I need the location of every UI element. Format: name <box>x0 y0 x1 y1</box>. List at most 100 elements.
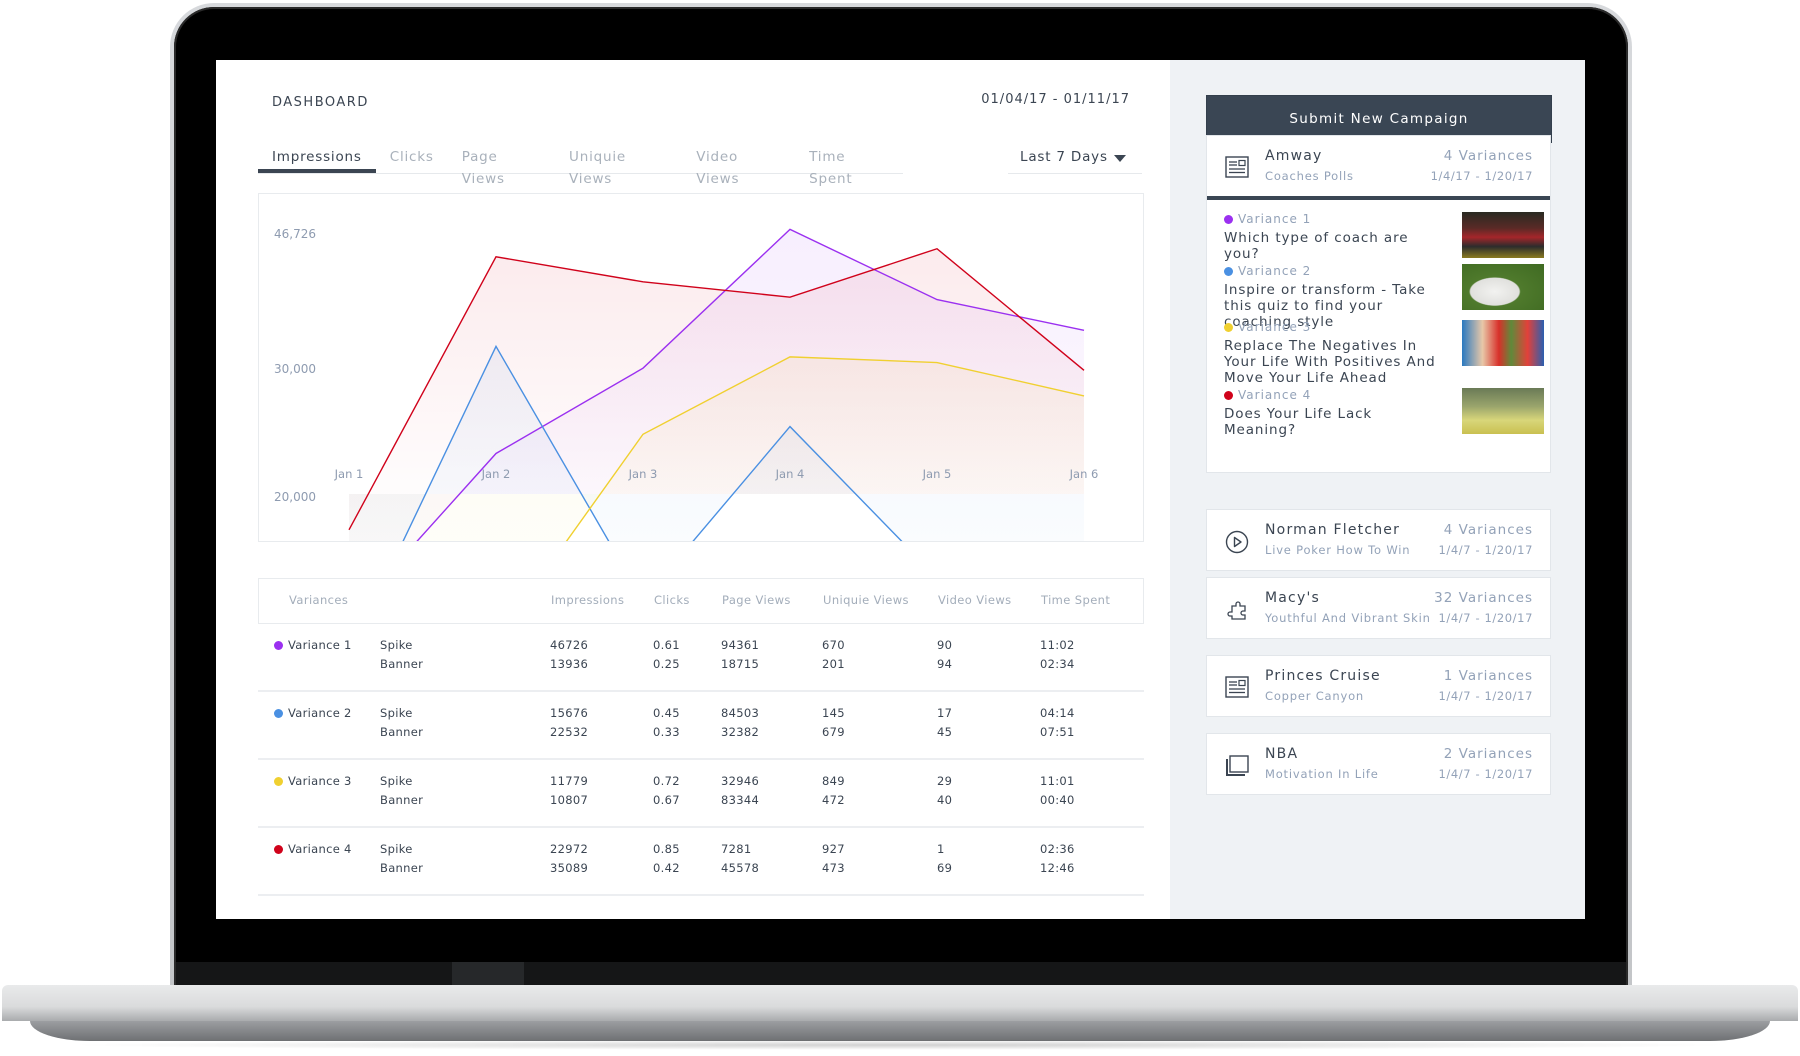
date-range: 01/04/17 - 01/11/17 <box>981 92 1130 107</box>
x-tick-label: Jan 4 <box>775 467 805 481</box>
variance-label: Variance 4 <box>274 842 352 856</box>
tab-impressions[interactable]: Impressions <box>258 146 376 173</box>
y-tick-label: 30,000 <box>274 362 316 376</box>
x-tick-label: Jan 5 <box>922 467 952 481</box>
variance-label-text: Variance 3 <box>1238 320 1312 334</box>
variance-table: Variances Impressions Clicks Page Views … <box>258 578 1144 896</box>
banner-unique-views-cell: 679 <box>822 725 845 739</box>
banner-time-spent-cell: 02:34 <box>1040 657 1075 671</box>
banner-clicks-cell: 0.25 <box>653 657 680 671</box>
variance-title: Does Your Life Lack Meaning? <box>1224 406 1373 438</box>
banner-clicks-cell: 0.67 <box>653 793 680 807</box>
banner-type-label: Banner <box>380 657 424 671</box>
spike-impressions-cell: 15676 <box>550 706 589 720</box>
spike-video-views-cell: 29 <box>937 774 953 788</box>
campaign-name: Macy's <box>1265 590 1320 606</box>
table-row[interactable]: Variance 3 Spike 11779 0.72 32946 849 29 11:01 B… <box>258 760 1144 828</box>
campaign-subtitle: Copper Canyon <box>1265 689 1365 703</box>
campaign-card-header[interactable]: Norman Fletcher Live Poker How To Win 4 Va… <box>1207 510 1550 570</box>
x-tick-label: Jan 1 <box>334 467 364 481</box>
variance-color-dot <box>274 845 283 854</box>
tab-clicks[interactable]: Clicks <box>376 146 448 172</box>
tab-unique-views[interactable]: Uniquie Views <box>555 146 682 187</box>
spike-clicks-cell: 0.61 <box>653 638 680 652</box>
laptop-hinge <box>176 962 1626 986</box>
banner-page-views-cell: 45578 <box>721 861 760 875</box>
line-chart-svg: 46,72630,00020,00011,779 Jan 1Jan 2Jan 3… <box>274 227 1099 541</box>
spike-page-views-cell: 32946 <box>721 774 760 788</box>
banner-unique-views-cell: 472 <box>822 793 845 807</box>
spike-type-label: Spike <box>380 638 413 652</box>
campaign-card[interactable]: Princes Cruise Copper Canyon 1 Variances 1/… <box>1206 655 1551 717</box>
laptop-screen: DASHBOARD 01/04/17 - 01/11/17 Impression… <box>216 60 1585 919</box>
variance-label: Variance 2 <box>274 706 352 720</box>
spike-page-views-cell: 94361 <box>721 638 760 652</box>
gallery-icon <box>1225 754 1249 776</box>
campaign-name: NBA <box>1265 746 1299 762</box>
spike-impressions-cell: 11779 <box>550 774 589 788</box>
dashboard-main: DASHBOARD 01/04/17 - 01/11/17 Impression… <box>216 60 1170 919</box>
spike-time-spent-cell: 11:02 <box>1040 638 1075 652</box>
spike-clicks-cell: 0.72 <box>653 774 680 788</box>
campaign-subtitle: Youthful And Vibrant Skin <box>1265 611 1431 625</box>
campaign-card[interactable]: Macy's Youthful And Vibrant Skin 32 Varian… <box>1206 577 1551 639</box>
x-tick-label: Jan 6 <box>1069 467 1099 481</box>
table-row[interactable]: Variance 1 Spike 46726 0.61 94361 670 90 11:02 B… <box>258 624 1144 692</box>
campaign-card[interactable]: Norman Fletcher Live Poker How To Win 4 Va… <box>1206 509 1551 571</box>
banner-video-views-cell: 94 <box>937 657 953 671</box>
th-clicks: Clicks <box>654 593 690 607</box>
campaign-name: Norman Fletcher <box>1265 522 1401 538</box>
article-icon <box>1225 676 1249 698</box>
th-video-views: Video Views <box>938 593 1012 607</box>
variance-item[interactable]: Variance 4 Does Your Life Lack Meaning? <box>1224 388 1544 438</box>
variance-color-dot <box>274 709 283 718</box>
variance-color-dot <box>1224 267 1233 276</box>
team-photo-thumbnail <box>1462 212 1544 258</box>
variance-color-dot <box>1224 323 1233 332</box>
tab-time-spent[interactable]: Time Spent <box>795 146 903 187</box>
banner-clicks-cell: 0.33 <box>653 725 680 739</box>
variance-item[interactable]: Variance 3 Replace The Negatives In Your … <box>1224 320 1544 386</box>
banner-time-spent-cell: 00:40 <box>1040 793 1075 807</box>
spike-unique-views-cell: 670 <box>822 638 845 652</box>
th-variances: Variances <box>289 593 349 607</box>
variance-label: Variance 1 <box>274 638 352 652</box>
article-icon <box>1225 156 1249 178</box>
spike-type-label: Spike <box>380 842 413 856</box>
y-tick-label: 20,000 <box>274 490 316 504</box>
campaign-sidebar: Submit New Campaign Amway Coaches Polls 4 … <box>1170 60 1585 919</box>
spike-video-views-cell: 1 <box>937 842 945 856</box>
spike-time-spent-cell: 04:14 <box>1040 706 1075 720</box>
coach-kids-thumbnail <box>1462 320 1544 366</box>
campaign-name: Princes Cruise <box>1265 668 1381 684</box>
tab-page-views[interactable]: Page Views <box>448 146 555 187</box>
campaign-card[interactable]: Amway Coaches Polls 4 Variances 1/4/17 - 1/… <box>1206 135 1551 473</box>
date-range-select[interactable]: Last 7 Days <box>1008 146 1142 174</box>
variance-title: Replace The Negatives In Your Life With … <box>1224 338 1436 386</box>
table-row[interactable]: Variance 4 Spike 22972 0.85 7281 927 1 02:36 Ban… <box>258 828 1144 896</box>
variance-label-text: Variance 4 <box>1238 388 1312 402</box>
variance-name: Variance 2 <box>288 706 352 720</box>
banner-unique-views-cell: 201 <box>822 657 845 671</box>
variance-label: Variance 3 <box>274 774 352 788</box>
variance-label-text: Variance 1 <box>1238 212 1312 226</box>
variance-item[interactable]: Variance 1 Which type of coach are you? <box>1224 212 1544 262</box>
spike-page-views-cell: 7281 <box>721 842 752 856</box>
banner-unique-views-cell: 473 <box>822 861 845 875</box>
campaign-dates: 1/4/7 - 1/20/17 <box>1438 767 1533 781</box>
date-range-select-value: Last 7 Days <box>1020 149 1108 165</box>
banner-video-views-cell: 40 <box>937 793 953 807</box>
campaign-card-header[interactable]: Princes Cruise Copper Canyon 1 Variances 1/… <box>1207 656 1550 716</box>
campaign-card-header[interactable]: Amway Coaches Polls 4 Variances 1/4/17 - 1/… <box>1207 136 1550 200</box>
campaign-card-header[interactable]: Macy's Youthful And Vibrant Skin 32 Varian… <box>1207 578 1550 638</box>
campaign-name: Amway <box>1265 148 1323 164</box>
table-row[interactable]: Variance 2 Spike 15676 0.45 84503 145 17 04:14 B… <box>258 692 1144 760</box>
th-time-spent: Time Spent <box>1041 593 1111 607</box>
tab-video-views[interactable]: Video Views <box>682 146 795 187</box>
spike-unique-views-cell: 927 <box>822 842 845 856</box>
campaign-card-header[interactable]: NBA Motivation In Life 2 Variances 1/4/7 - … <box>1207 734 1550 794</box>
x-tick-label: Jan 2 <box>481 467 511 481</box>
banner-page-views-cell: 18715 <box>721 657 760 671</box>
campaign-card[interactable]: NBA Motivation In Life 2 Variances 1/4/7 - … <box>1206 733 1551 795</box>
spike-impressions-cell: 22972 <box>550 842 589 856</box>
